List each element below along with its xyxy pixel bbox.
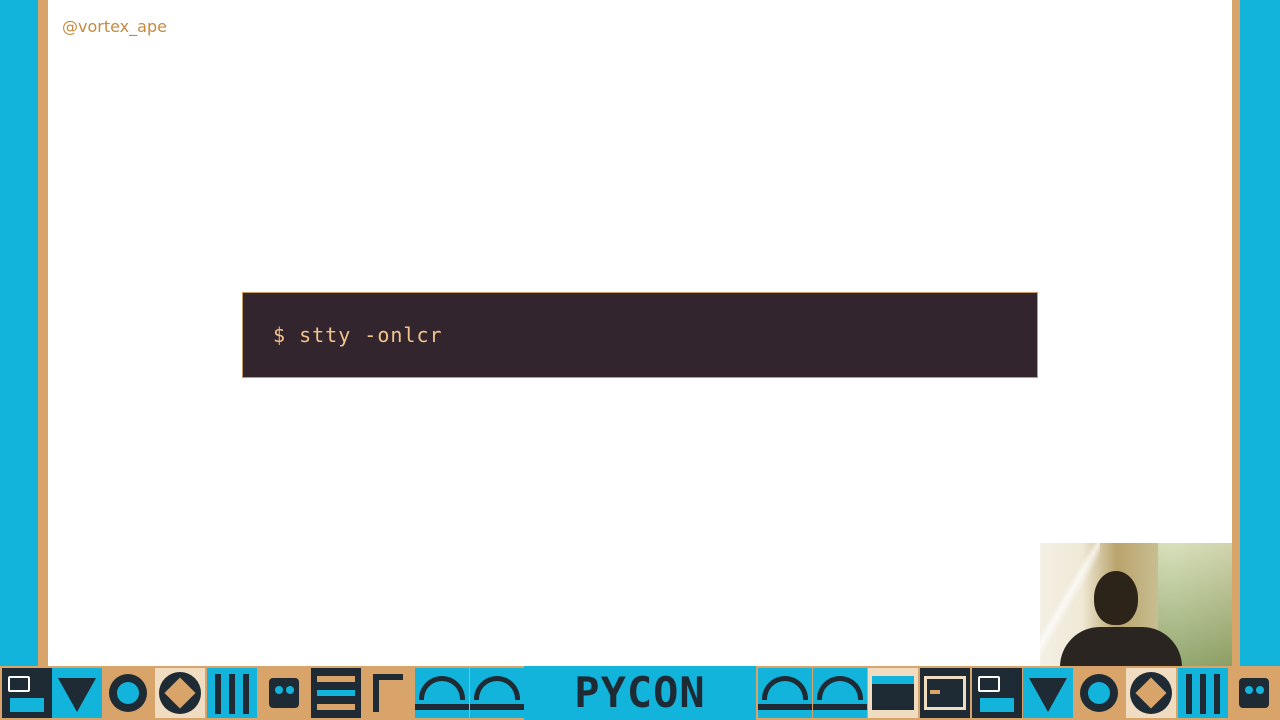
speaker-webcam xyxy=(1040,543,1232,666)
speaker-head xyxy=(1094,571,1138,625)
pycon-title: PYCON 2020 xyxy=(574,668,706,717)
laurel-icon xyxy=(103,668,153,718)
terminal-icon xyxy=(972,668,1022,718)
circuit-icon xyxy=(311,668,361,718)
bridge-arch-icon xyxy=(415,668,469,718)
bridge-icon xyxy=(1178,668,1228,718)
twitter-handle: @vortex_ape xyxy=(62,17,167,36)
diamond-icon xyxy=(1126,668,1176,718)
bridge-arch-icon xyxy=(813,668,867,718)
snake-icon xyxy=(1023,668,1073,718)
bridge-arch-icon xyxy=(470,668,524,718)
browser-window-icon xyxy=(868,668,918,718)
code-block: $ stty -onlcr xyxy=(242,292,1038,378)
conference-banner: PYCON 2020 xyxy=(0,666,1280,720)
robot-icon xyxy=(259,668,309,718)
bridge-icon xyxy=(207,668,257,718)
speaker-body xyxy=(1060,627,1182,666)
bridge-arch-icon xyxy=(758,668,812,718)
terminal-icon xyxy=(2,668,52,718)
terminal-window-icon xyxy=(920,668,970,718)
robot-icon xyxy=(1229,668,1279,718)
harp-icon xyxy=(363,668,413,718)
code-command: $ stty -onlcr xyxy=(273,323,443,347)
snake-icon xyxy=(52,668,102,718)
laurel-icon xyxy=(1074,668,1124,718)
diamond-icon xyxy=(155,668,205,718)
pycon-logo: PYCON 2020 xyxy=(524,666,756,720)
